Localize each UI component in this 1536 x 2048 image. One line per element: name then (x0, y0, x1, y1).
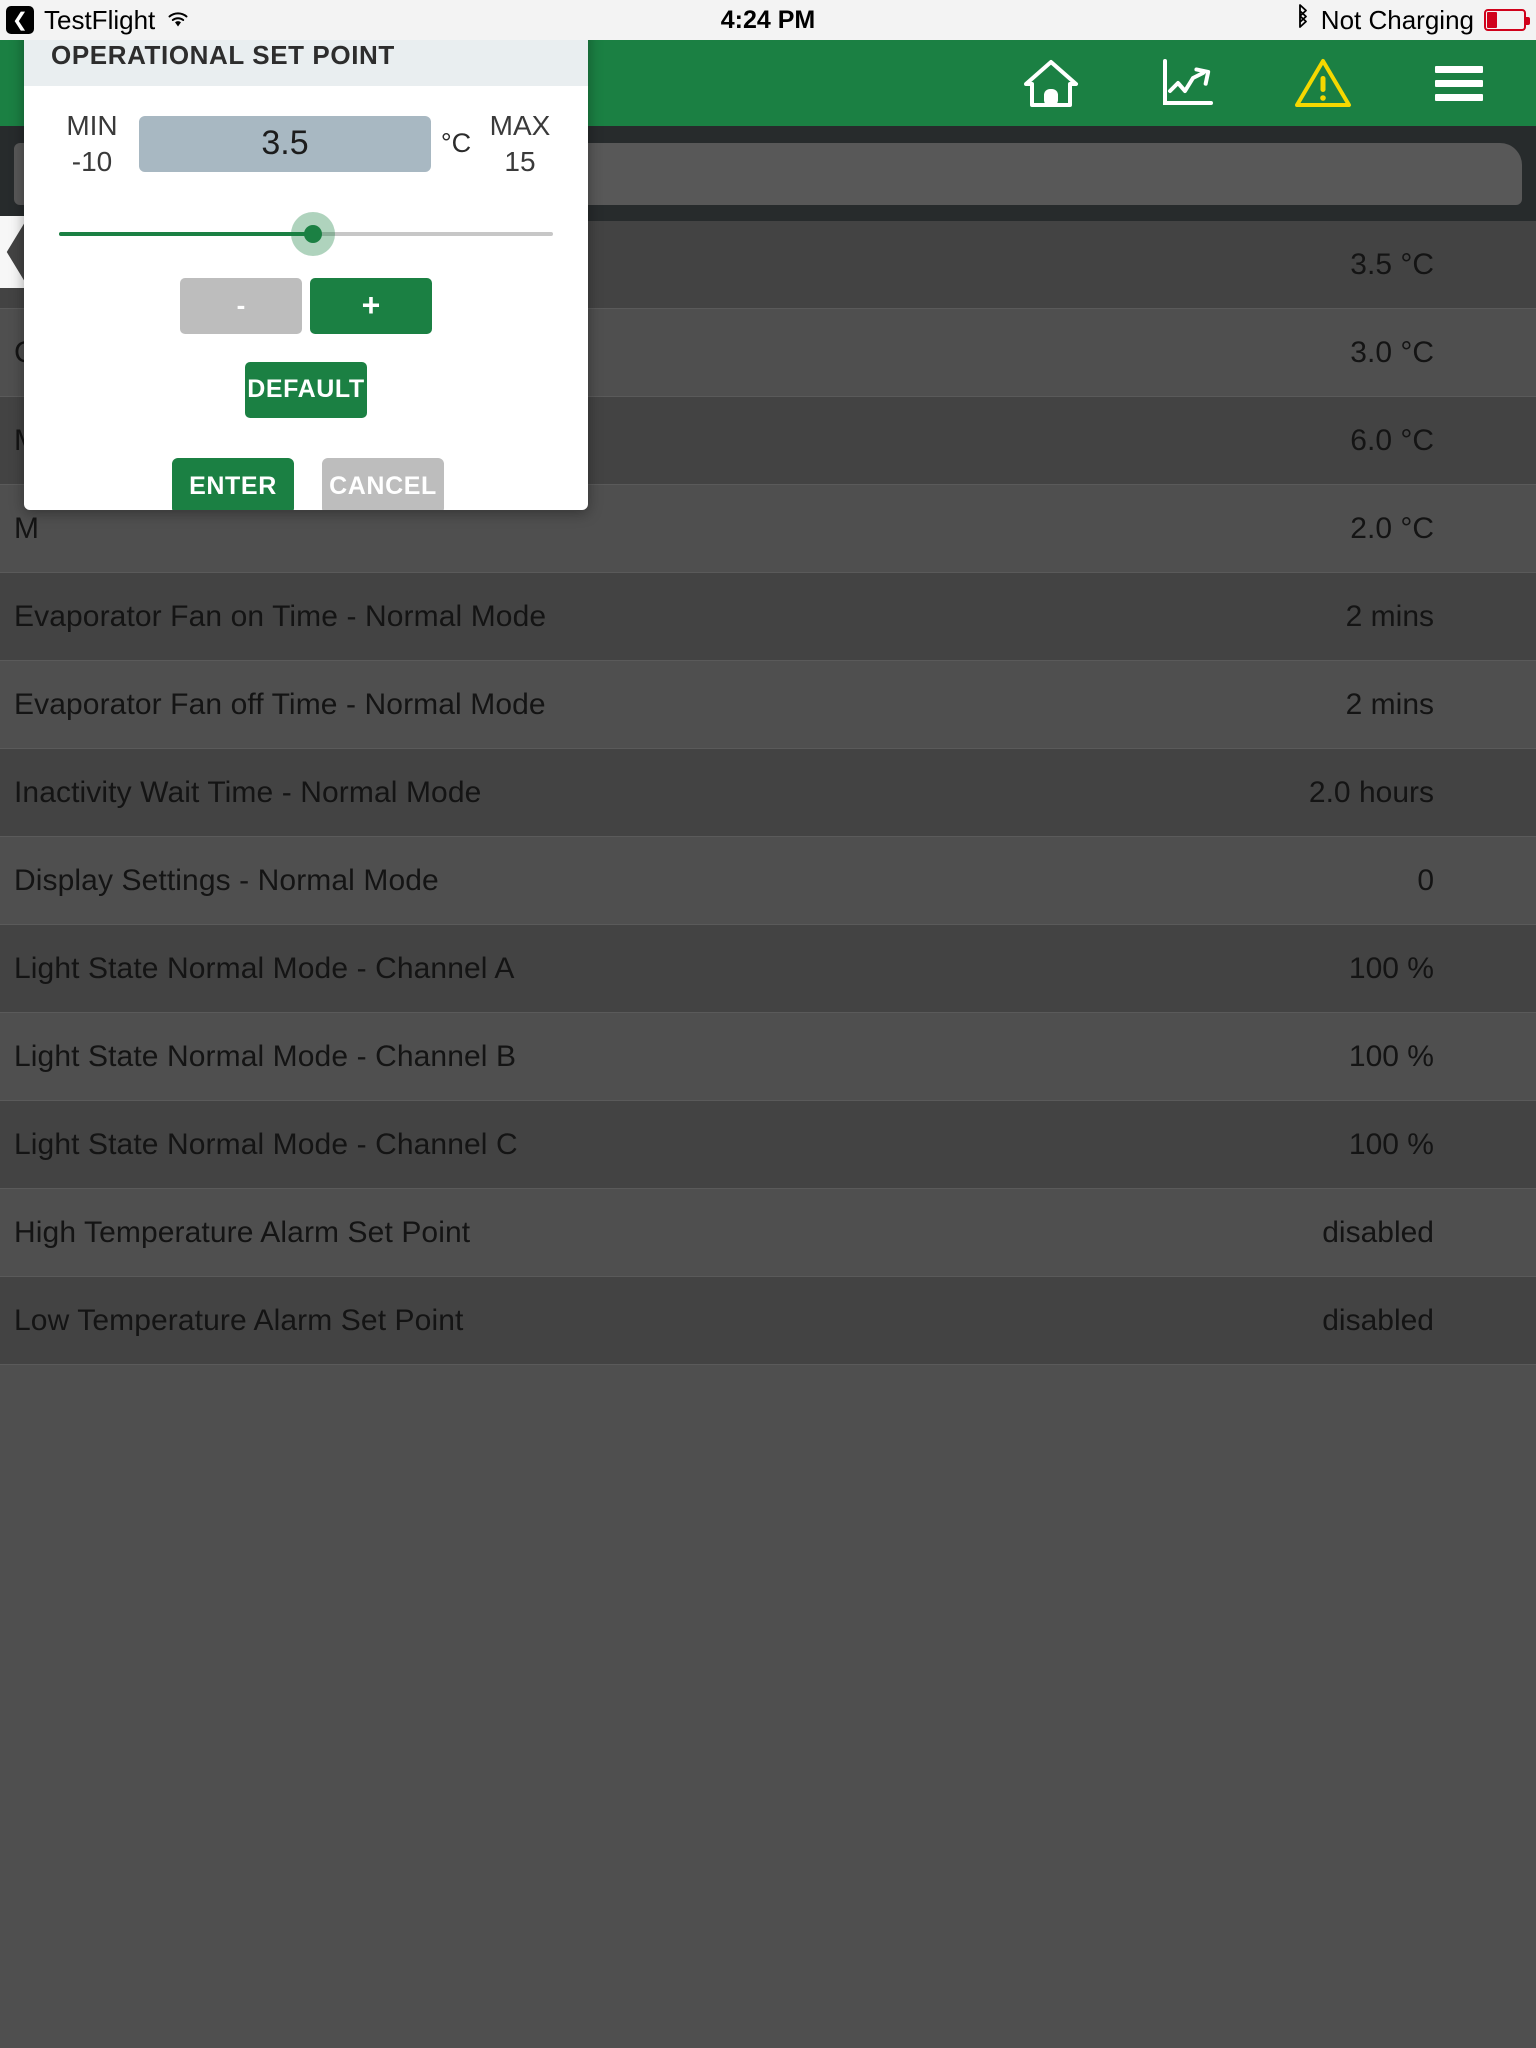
settings-row-value: 3.0 °C (1350, 335, 1434, 369)
settings-row[interactable]: Inactivity Wait Time - Normal Mode 2.0 ho… (0, 749, 1536, 837)
wifi-icon (165, 5, 191, 36)
increment-button[interactable]: + (310, 277, 432, 334)
slider-thumb[interactable] (304, 224, 323, 243)
chart-trend-icon[interactable] (1156, 52, 1218, 114)
battery-low-icon (1484, 9, 1530, 31)
settings-row-value: 100 % (1348, 1127, 1434, 1161)
home-icon[interactable] (1020, 52, 1082, 114)
setpoint-slider[interactable] (59, 211, 553, 256)
settings-row-label: High Temperature Alarm Set Point (14, 1215, 471, 1249)
settings-row-value: 0 (1417, 863, 1434, 897)
status-bar-left[interactable]: ❮ TestFlight (0, 5, 191, 36)
settings-row[interactable]: Light State Normal Mode - Channel A 100 % (0, 925, 1536, 1013)
default-button[interactable]: DEFAULT (245, 361, 367, 418)
settings-row-value: disabled (1322, 1303, 1434, 1337)
settings-row-value: 6.0 °C (1350, 423, 1434, 457)
settings-row-label: Display Settings - Normal Mode (14, 863, 439, 897)
power-status-label: Not Charging (1320, 4, 1474, 35)
min-value: -10 (71, 145, 113, 177)
operational-set-point-dialog: OPERATIONAL SET POINT MIN -10 3.5 °C MAX… (24, 24, 588, 510)
settings-row[interactable]: Light State Normal Mode - Channel B 100 % (0, 1013, 1536, 1101)
settings-row-value: 3.5 °C (1350, 247, 1434, 281)
settings-row-label: M (14, 511, 40, 545)
settings-row[interactable]: Evaporator Fan off Time - Normal Mode 2 m… (0, 661, 1536, 749)
dialog-title: OPERATIONAL SET POINT (51, 39, 395, 70)
alarm-warning-icon[interactable] (1292, 52, 1354, 114)
max-limit: MAX 15 (477, 108, 563, 180)
settings-row[interactable]: Light State Normal Mode - Channel C 100 % (0, 1101, 1536, 1189)
setpoint-value-row: MIN -10 3.5 °C MAX 15 (24, 108, 588, 180)
settings-row-label: Light State Normal Mode - Channel A (14, 951, 515, 985)
settings-row-value: 100 % (1348, 1039, 1434, 1073)
cancel-button[interactable]: CANCEL (322, 458, 444, 510)
settings-row-value: disabled (1322, 1215, 1434, 1249)
dialog-action-row: ENTER CANCEL (24, 458, 588, 510)
status-bar-back-label[interactable]: TestFlight (44, 5, 155, 36)
settings-row-value: 2.0 °C (1350, 511, 1434, 545)
hamburger-menu-icon[interactable] (1428, 52, 1490, 114)
settings-row-label: Light State Normal Mode - Channel B (14, 1039, 517, 1073)
chevron-left-icon[interactable]: ❮ (6, 6, 34, 34)
enter-button[interactable]: ENTER (172, 458, 294, 510)
setpoint-input[interactable]: 3.5 (139, 115, 431, 172)
list-empty-area (0, 1437, 1536, 2048)
settings-row-label: Light State Normal Mode - Channel C (14, 1127, 518, 1161)
ios-status-bar: ❮ TestFlight 4:24 PM Not Charging (0, 0, 1536, 40)
min-caption: MIN (66, 110, 118, 141)
settings-row[interactable]: Low Temperature Alarm Set Point disabled (0, 1277, 1536, 1365)
settings-row-label: Inactivity Wait Time - Normal Mode (14, 775, 482, 809)
settings-row-label: Low Temperature Alarm Set Point (14, 1303, 464, 1337)
stepper-row: - + (24, 277, 588, 334)
max-caption: MAX (489, 110, 551, 141)
default-row: DEFAULT (24, 361, 588, 418)
settings-row[interactable]: Evaporator Fan on Time - Normal Mode 2 mi… (0, 573, 1536, 661)
decrement-button[interactable]: - (180, 277, 302, 334)
dialog-body: MIN -10 3.5 °C MAX 15 - + DEFAULT ENTER … (24, 108, 588, 510)
status-bar-right: Not Charging (1295, 3, 1536, 37)
settings-row[interactable]: Display Settings - Normal Mode 0 (0, 837, 1536, 925)
settings-row-label: Evaporator Fan on Time - Normal Mode (14, 599, 547, 633)
settings-row-label: Evaporator Fan off Time - Normal Mode (14, 687, 546, 721)
settings-row-value: 2.0 hours (1308, 775, 1434, 809)
unit-label: °C (440, 128, 472, 159)
settings-row-value: 2 mins (1345, 687, 1434, 721)
bluetooth-icon (1295, 3, 1311, 37)
settings-row-value: 2 mins (1345, 599, 1434, 633)
min-limit: MIN -10 (49, 108, 135, 180)
slider-fill (59, 231, 314, 236)
settings-row-value: 100 % (1348, 951, 1434, 985)
settings-row[interactable]: High Temperature Alarm Set Point disabled (0, 1189, 1536, 1277)
max-value: 15 (504, 145, 536, 177)
